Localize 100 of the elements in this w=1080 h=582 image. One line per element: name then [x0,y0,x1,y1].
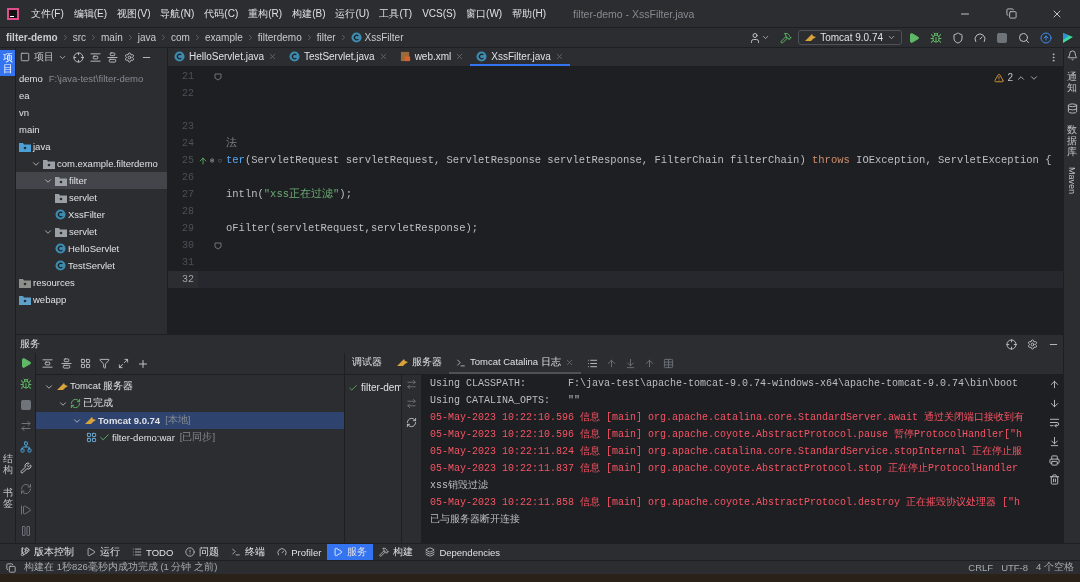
tool-window-button[interactable]: 终端 [225,544,272,560]
breadcrumb-item[interactable]: main [101,32,123,43]
filter-icon[interactable] [99,358,110,369]
tree-item[interactable]: Tomcat 9.0.74 [本地] [36,412,344,429]
menu-item[interactable]: 重构(R) [243,6,288,21]
stop-icon[interactable] [19,399,32,411]
tool-window-button[interactable]: 运行 [80,544,126,560]
arrow-down-icon[interactable] [1048,398,1060,409]
breadcrumb-item[interactable]: java [137,32,157,43]
tool-window-button[interactable]: Dependencies [419,544,507,560]
swap-icon[interactable] [19,420,32,432]
group-icon[interactable] [80,358,91,369]
bug-icon[interactable] [930,31,942,44]
table-icon[interactable] [662,358,674,369]
tool-window-button[interactable]: 版本控制 [14,544,80,560]
menu-item[interactable]: 帮助(H) [507,6,552,21]
bug-icon[interactable] [19,378,32,390]
menu-item[interactable]: 导航(N) [155,6,200,21]
console-tab[interactable]: 调试器 [345,353,389,374]
tool-window-button[interactable]: Profiler [271,544,328,560]
fold-icon[interactable] [214,241,222,250]
tree-item[interactable]: TestServlet [16,257,167,274]
expand-all-icon[interactable] [42,358,53,369]
menu-item[interactable]: 视图(V) [112,6,156,21]
trash-icon[interactable] [1048,474,1060,485]
download-icon[interactable] [624,358,636,369]
tool-window-tab[interactable]: 书签 [0,485,15,511]
stop-icon[interactable] [996,31,1008,44]
menu-item[interactable]: 编辑(E) [68,6,113,21]
tool-window-tab[interactable]: 通知 [1064,69,1080,95]
menu-item[interactable]: 工具(T) [374,6,418,21]
arrow-up-icon[interactable] [1048,379,1060,390]
tree-item[interactable]: vn [16,104,167,121]
update-icon[interactable] [1040,31,1052,44]
breadcrumb-item[interactable]: src [72,32,86,43]
wrap-icon[interactable] [1048,417,1060,428]
collapse-all-icon[interactable] [61,358,72,369]
tree-item[interactable]: filter [16,172,167,189]
inspection-widget[interactable]: 2 [994,72,1039,83]
collapse-all-icon[interactable] [107,51,118,63]
caret-icon[interactable] [761,33,771,42]
menu-item[interactable]: 运行(U) [330,6,375,21]
menu-item[interactable]: 代码(C) [199,6,244,21]
tool-window-tab[interactable]: 项目 [0,50,15,76]
tree-item[interactable]: main [16,121,167,138]
editor-tab[interactable]: TestServlet.java [283,48,394,66]
run-icon[interactable] [908,31,920,44]
database-icon[interactable] [1066,103,1078,114]
tree-item[interactable]: resources [16,274,167,291]
logo-icon[interactable] [1062,31,1074,44]
menu-item[interactable]: 构建(B) [287,6,331,21]
tool-window-tab[interactable]: 结构 [0,451,15,477]
tree-item[interactable]: 已完成 [36,395,344,412]
breadcrumb-item[interactable]: filterdemo [257,32,302,43]
user-icon[interactable] [749,31,762,44]
settings-icon[interactable] [124,51,135,63]
expand-all-icon[interactable] [90,51,101,63]
editor-tab[interactable]: XssFilter.java [470,48,570,66]
add-icon[interactable] [137,357,149,370]
search-icon[interactable] [1018,31,1030,44]
tree-item[interactable]: XssFilter [16,206,167,223]
tree-item[interactable]: Tomcat 服务器 [36,378,344,395]
refresh-icon[interactable] [19,483,32,495]
menu-item[interactable]: VCS(S) [417,8,462,19]
step-icon[interactable] [19,504,32,516]
status-item[interactable]: CRLF [968,562,994,573]
scroll-end-icon[interactable] [1048,436,1060,447]
breadcrumb-item[interactable]: com [171,32,190,43]
restore-icon[interactable] [1005,8,1017,19]
tree-item[interactable]: demo F:\java-test\filter-demo [16,70,167,87]
run-configuration-dropdown[interactable]: Tomcat 9.0.74 [798,30,902,45]
tree-item[interactable]: webapp [16,291,167,308]
tool-window-button[interactable]: 问题 [179,544,226,560]
notification-icon[interactable] [1066,50,1078,61]
tree-item[interactable]: ea [16,87,167,104]
gauge-icon[interactable] [974,31,986,44]
tool-window-button[interactable]: 服务 [327,544,374,560]
panel-title[interactable]: 项目 [20,50,67,64]
tree-item[interactable]: HelloServlet [16,240,167,257]
tool-window-button[interactable]: 构建 [373,544,420,560]
menu-item[interactable]: 文件(F) [26,6,69,21]
wrench-icon[interactable] [19,462,32,474]
upload-icon[interactable] [643,358,655,369]
crosshair-icon[interactable] [73,51,84,63]
network-icon[interactable] [19,441,32,453]
tree-item[interactable]: servlet [16,223,167,240]
status-item[interactable]: UTF-8 [1001,562,1029,573]
menu-icon[interactable] [586,358,598,369]
print-icon[interactable] [1048,455,1060,466]
tool-window-button[interactable]: TODO [126,544,180,560]
scroll-up-icon[interactable] [605,358,617,369]
at-sign-icon[interactable] [210,156,215,165]
more-icon[interactable] [21,546,30,555]
tree-item[interactable]: com.example.filterdemo [16,155,167,172]
fold-icon[interactable] [214,72,222,81]
tree-item[interactable]: filter-demo:war [已同步] [36,429,344,446]
editor-tab[interactable]: web.xml [393,48,471,66]
tree-item[interactable]: servlet [16,189,167,206]
console-tab[interactable]: 服务器 [389,353,449,374]
breadcrumb-item[interactable]: XssFilter [364,32,404,43]
